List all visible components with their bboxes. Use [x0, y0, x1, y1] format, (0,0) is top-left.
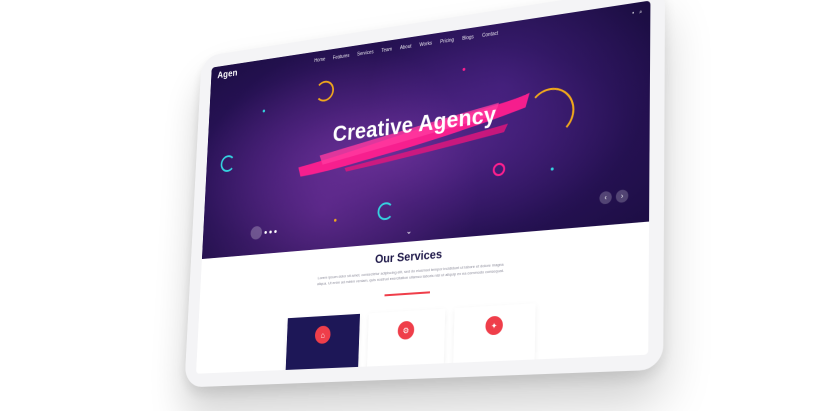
scroll-down-icon[interactable]: ⌄	[406, 226, 412, 235]
orange-arc-decoration	[527, 85, 575, 140]
slider-indicator	[250, 224, 277, 240]
prev-arrow-icon[interactable]: ‹	[599, 191, 611, 205]
slider-play-button[interactable]	[250, 226, 262, 240]
nav-icons: ▪ ⌕	[632, 9, 642, 17]
next-arrow-icon[interactable]: ›	[616, 189, 629, 203]
navbar: Agen Home Features Services Team About W…	[211, 1, 651, 86]
nav-menu: Home Features Services Team About Works …	[314, 31, 498, 64]
service-cards: ⌂ ⚙ ✦	[196, 296, 649, 373]
search-icon[interactable]: ⌕	[639, 9, 642, 16]
dot-decoration	[334, 219, 337, 222]
nav-team[interactable]: Team	[381, 47, 392, 54]
stage: Agen Home Features Services Team About W…	[0, 0, 832, 411]
logo[interactable]: Agen	[217, 68, 238, 81]
nav-features[interactable]: Features	[333, 53, 350, 61]
slider-dot[interactable]	[269, 230, 272, 233]
nav-contact[interactable]: Contact	[482, 31, 498, 39]
idea-icon: ✦	[485, 316, 503, 336]
cyan-ring-decoration	[220, 154, 235, 172]
nav-services[interactable]: Services	[357, 49, 374, 57]
services-underline	[385, 291, 430, 296]
slider-dot[interactable]	[274, 230, 277, 233]
pink-ring-decoration	[493, 162, 506, 176]
nav-home[interactable]: Home	[314, 57, 325, 64]
house-icon: ⌂	[315, 325, 331, 344]
slider-arrows: ‹ ›	[599, 189, 628, 204]
hero-section: Agen Home Features Services Team About W…	[202, 1, 651, 260]
slider-dot[interactable]	[264, 230, 267, 233]
service-card[interactable]: ⚙	[367, 309, 445, 374]
nav-about[interactable]: About	[400, 44, 412, 51]
nav-pricing[interactable]: Pricing	[440, 37, 454, 45]
orange-ring-decoration	[315, 80, 334, 103]
nav-blogs[interactable]: Blogs	[462, 34, 474, 42]
gear-icon: ⚙	[397, 321, 414, 340]
cyan-ring-decoration	[377, 202, 394, 221]
nav-works[interactable]: Works	[419, 41, 432, 49]
dot-decoration	[263, 109, 266, 112]
tablet-screen: Agen Home Features Services Team About W…	[196, 1, 650, 374]
dot-decoration	[463, 68, 466, 71]
cart-icon[interactable]: ▪	[632, 10, 634, 16]
tablet-device: Agen Home Features Services Team About W…	[184, 0, 665, 387]
dot-decoration	[551, 167, 554, 170]
service-card[interactable]: ✦	[453, 303, 536, 370]
service-card[interactable]: ⌂	[285, 314, 360, 374]
